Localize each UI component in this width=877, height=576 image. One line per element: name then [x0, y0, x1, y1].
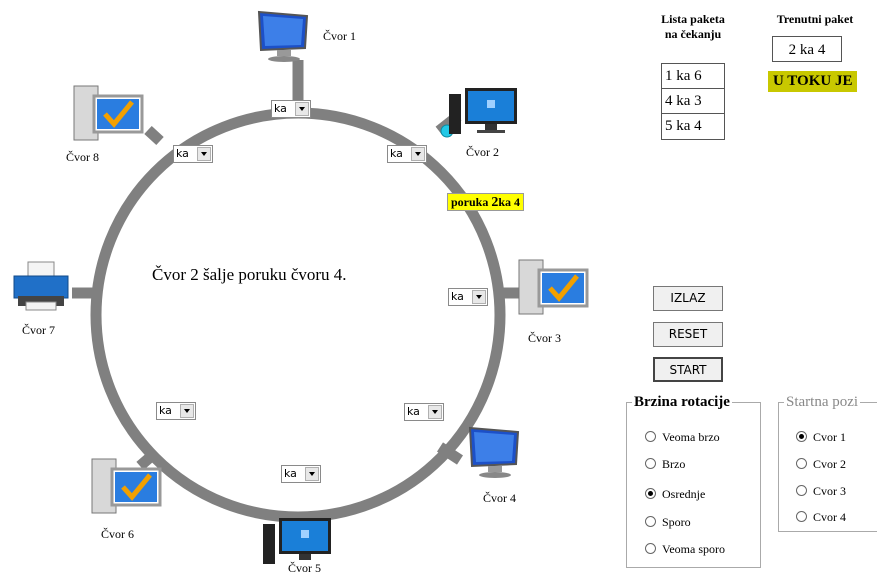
- combo-node-4[interactable]: ka: [404, 403, 444, 421]
- list-item: 1 ka 6: [662, 64, 724, 89]
- monitor-icon[interactable]: [251, 8, 317, 64]
- packet-queue-list: 1 ka 6 4 ka 3 5 ka 4: [661, 63, 725, 140]
- node-label-2: Čvor 2: [466, 145, 499, 159]
- list-item: 4 ka 3: [662, 89, 724, 114]
- node-label-4: Čvor 4: [483, 491, 516, 505]
- radio-label: Cvor 4: [813, 510, 846, 524]
- speed-group-title: Brzina rotacije: [632, 394, 732, 411]
- radio-speed-medium[interactable]: Osrednje: [645, 487, 705, 502]
- radio-speed-slow[interactable]: Sporo: [645, 515, 691, 530]
- radio-speed-very-slow[interactable]: Veoma sporo: [645, 542, 725, 557]
- radio-circle[interactable]: [796, 485, 807, 496]
- node-label-3: Čvor 3: [528, 331, 561, 345]
- radio-speed-fast[interactable]: Brzo: [645, 457, 685, 472]
- status-badge: U TOKU JE: [768, 71, 858, 92]
- current-packet-value: 2 ka 4: [772, 36, 842, 62]
- exit-button[interactable]: IZLAZ: [653, 286, 723, 311]
- tower-icon[interactable]: [72, 82, 144, 144]
- node-label-8: Čvor 8: [66, 150, 99, 164]
- node-label-5: Čvor 5: [288, 561, 321, 575]
- node-label-1: Čvor 1: [323, 29, 356, 43]
- chevron-down-icon[interactable]: [180, 404, 194, 418]
- radio-label: Veoma sporo: [662, 542, 725, 556]
- radio-start-node-4[interactable]: Cvor 4: [796, 510, 846, 525]
- radio-start-node-2[interactable]: Cvor 2: [796, 457, 846, 472]
- radio-label: Cvor 3: [813, 484, 846, 498]
- queue-header: Lista paketa na čekanju: [652, 12, 734, 42]
- tower-icon[interactable]: [90, 455, 162, 517]
- chevron-down-icon[interactable]: [197, 147, 211, 161]
- tower-icon[interactable]: [517, 256, 589, 318]
- radio-speed-very-fast[interactable]: Veoma brzo: [645, 430, 720, 445]
- radio-circle[interactable]: [645, 516, 656, 527]
- radio-label: Sporo: [662, 515, 691, 529]
- combo-value: ka: [451, 290, 464, 303]
- status-message: Čvor 2 šalje poruku čvoru 4.: [152, 265, 347, 284]
- radio-start-node-3[interactable]: Cvor 3: [796, 484, 846, 499]
- start-button[interactable]: START: [653, 357, 723, 382]
- radio-label: Brzo: [662, 457, 686, 471]
- combo-node-2[interactable]: ka: [387, 145, 427, 163]
- radio-circle[interactable]: [645, 543, 656, 554]
- printer-icon[interactable]: [10, 258, 72, 314]
- list-item: 5 ka 4: [665, 118, 702, 134]
- combo-value: ka: [176, 147, 189, 160]
- combo-value: ka: [390, 147, 403, 160]
- combo-node-3[interactable]: ka: [448, 288, 488, 306]
- radio-circle[interactable]: [796, 431, 807, 442]
- start-position-title: Startna pozi: [784, 394, 861, 411]
- combo-node-6[interactable]: ka: [156, 402, 196, 420]
- message-tag: poruka 2ka 4: [447, 193, 525, 211]
- message-prefix: poruka: [451, 195, 492, 209]
- message-middle: ka: [498, 195, 515, 209]
- chevron-down-icon[interactable]: [295, 102, 309, 116]
- combo-value: ka: [274, 102, 287, 115]
- combo-value: ka: [407, 405, 420, 418]
- radio-circle[interactable]: [796, 458, 807, 469]
- desktop-icon[interactable]: [447, 86, 519, 138]
- message-to: 4: [514, 195, 521, 209]
- radio-circle[interactable]: [645, 431, 656, 442]
- reset-button[interactable]: RESET: [653, 322, 723, 347]
- desktop-icon[interactable]: [261, 516, 333, 566]
- radio-circle[interactable]: [645, 488, 656, 499]
- chevron-down-icon[interactable]: [305, 467, 319, 481]
- radio-label: Cvor 2: [813, 457, 846, 471]
- radio-circle[interactable]: [645, 458, 656, 469]
- current-packet-header: Trenutni paket: [776, 12, 854, 26]
- radio-label: Veoma brzo: [662, 430, 720, 444]
- node-label-6: Čvor 6: [101, 527, 134, 541]
- combo-node-5[interactable]: ka: [281, 465, 321, 483]
- combo-value: ka: [284, 467, 297, 480]
- node-label-7: Čvor 7: [22, 323, 55, 337]
- monitor-icon[interactable]: [462, 424, 528, 480]
- combo-node-8[interactable]: ka: [173, 145, 213, 163]
- combo-node-1[interactable]: ka: [271, 100, 311, 118]
- combo-value: ka: [159, 404, 172, 417]
- radio-label: Cvor 1: [813, 430, 846, 444]
- chevron-down-icon[interactable]: [411, 147, 425, 161]
- radio-start-node-1[interactable]: Cvor 1: [796, 430, 846, 445]
- radio-circle[interactable]: [796, 511, 807, 522]
- queue-header-line1: Lista paketa: [661, 12, 725, 26]
- chevron-down-icon[interactable]: [428, 405, 442, 419]
- queue-header-line2: na čekanju: [664, 27, 722, 41]
- chevron-down-icon[interactable]: [472, 290, 486, 304]
- radio-label: Osrednje: [662, 487, 706, 501]
